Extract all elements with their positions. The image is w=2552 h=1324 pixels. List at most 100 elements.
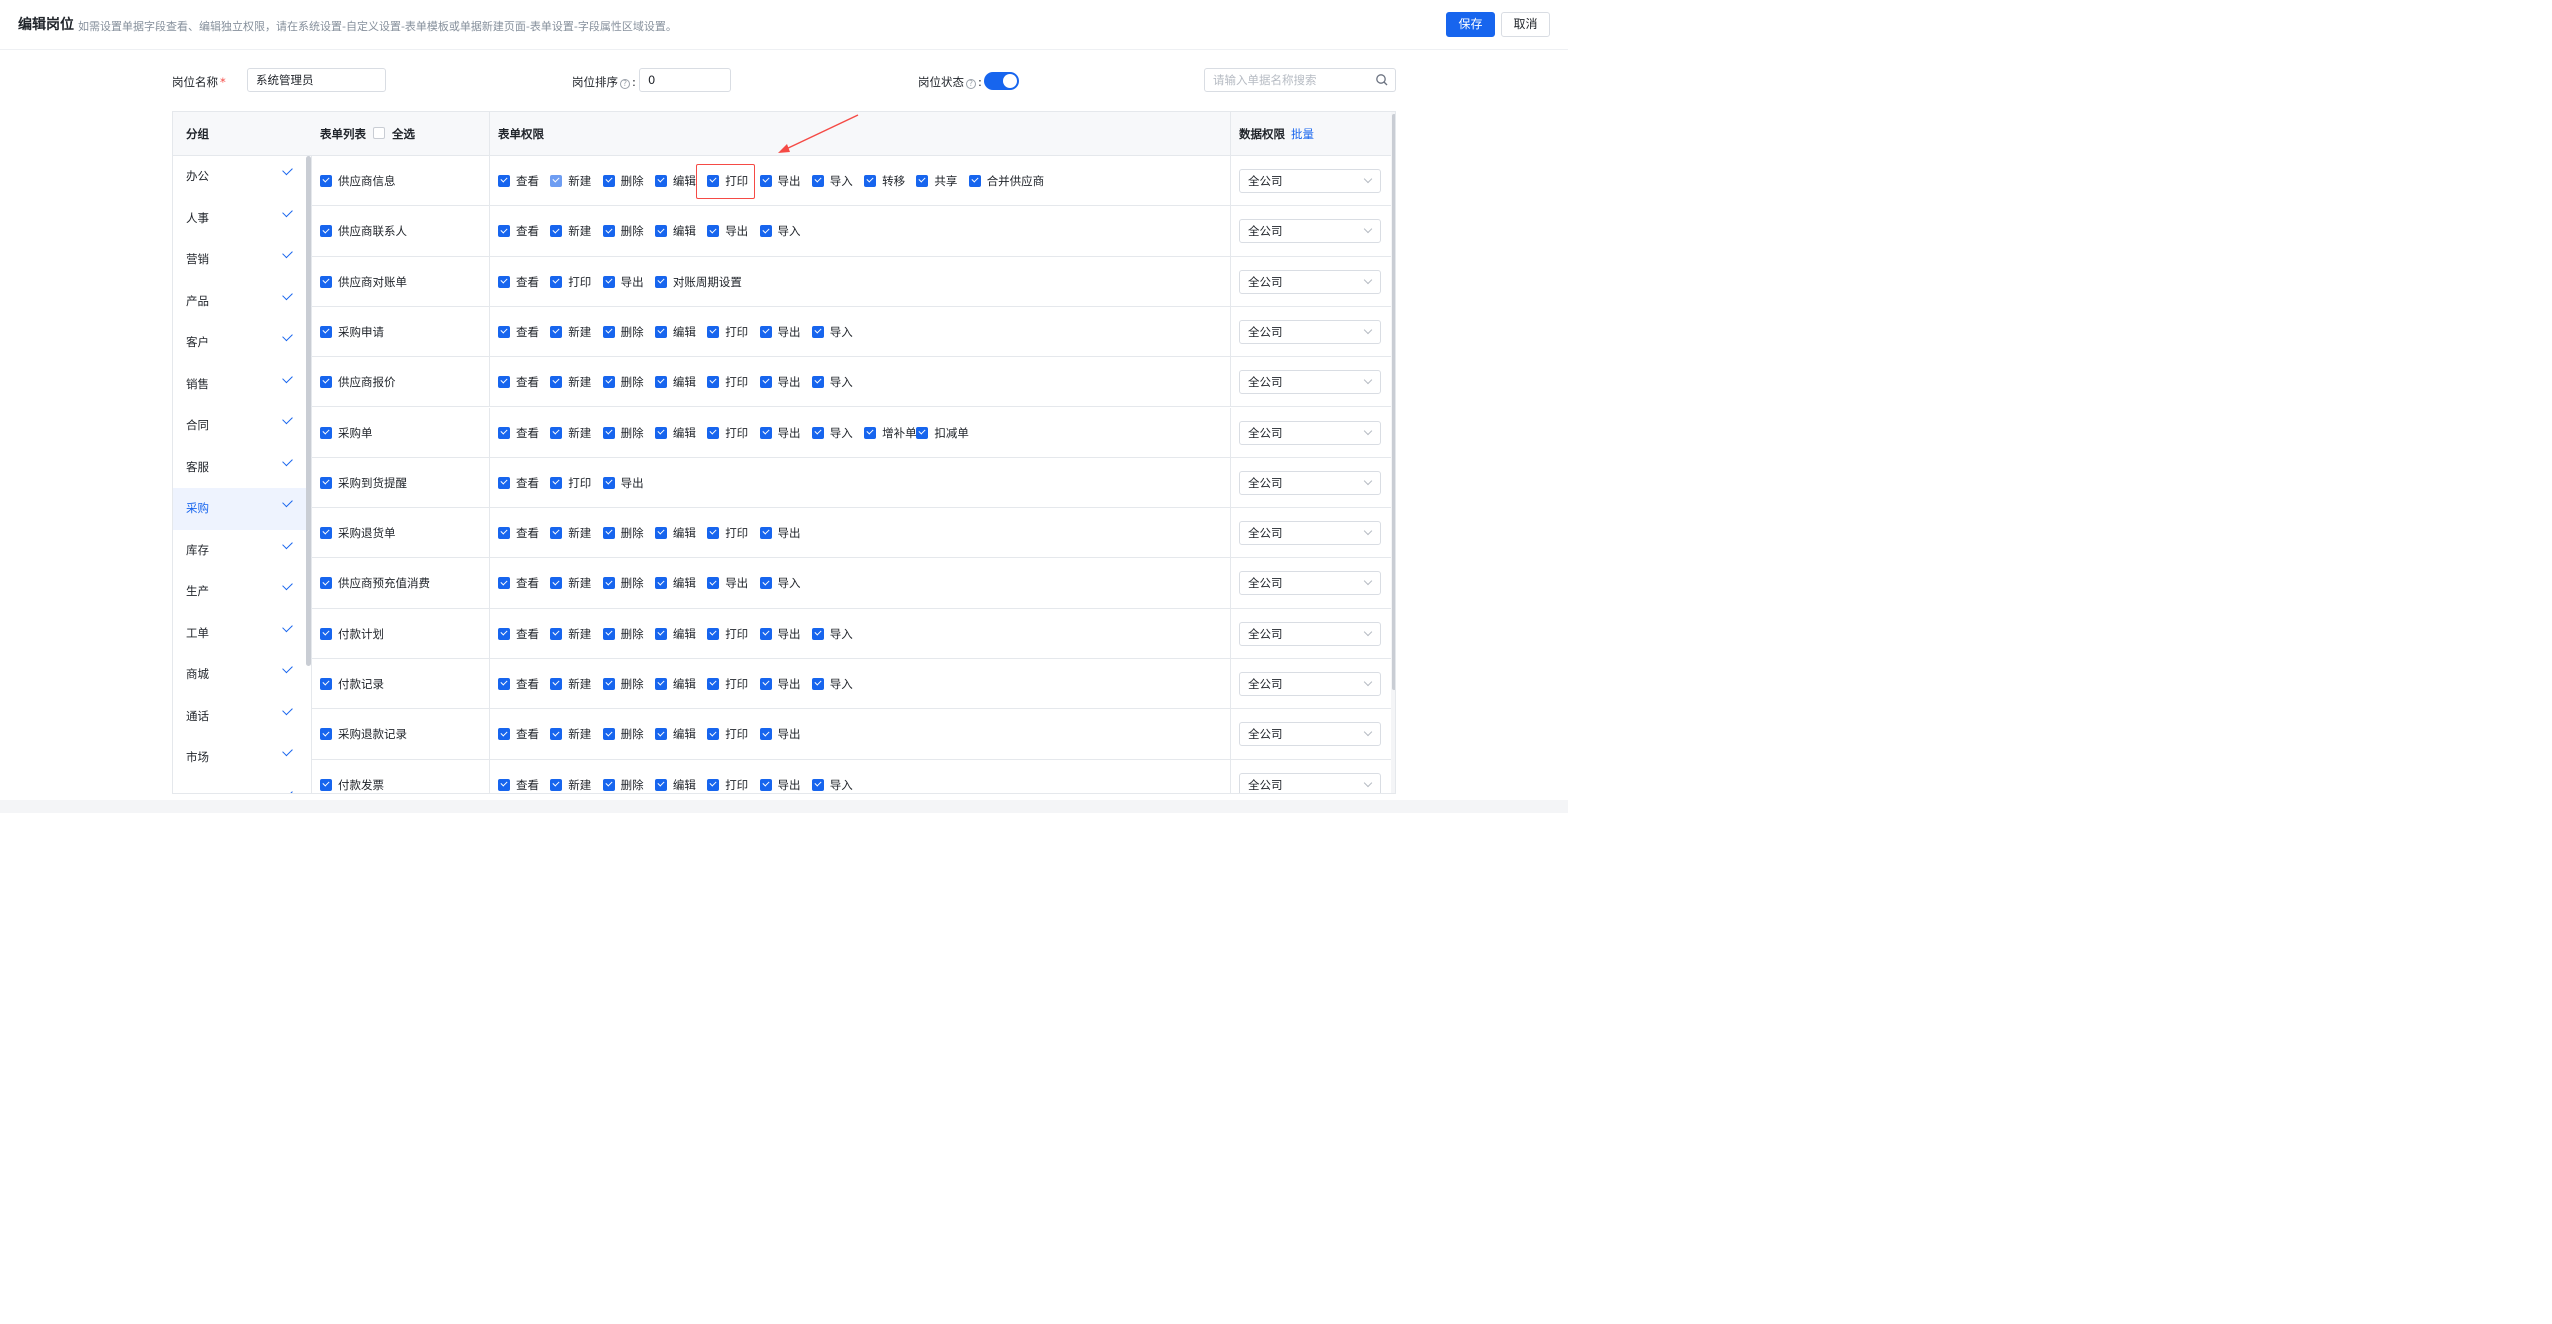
perm-checkbox[interactable]: [707, 577, 720, 590]
perm-checkbox[interactable]: [498, 778, 510, 791]
perm-checkbox[interactable]: [602, 778, 615, 791]
perm-checkbox[interactable]: [654, 728, 667, 741]
perm-checkbox[interactable]: [707, 678, 720, 690]
perm-checkbox[interactable]: [968, 175, 981, 187]
search-button[interactable]: [1370, 68, 1396, 92]
data-scope-select[interactable]: 全公司: [1239, 571, 1381, 596]
select-all-checkbox[interactable]: [373, 127, 386, 139]
perm-checkbox[interactable]: [759, 577, 772, 590]
help-icon[interactable]: ?: [966, 79, 976, 89]
perm-checkbox[interactable]: [864, 426, 877, 439]
position-status-toggle[interactable]: [984, 72, 1019, 90]
position-sort-input[interactable]: 0: [639, 68, 731, 92]
grid-scrollbar-thumb[interactable]: [1392, 114, 1395, 690]
perm-checkbox[interactable]: [550, 175, 563, 187]
data-scope-select[interactable]: 全公司: [1239, 370, 1381, 395]
form-checkbox[interactable]: [320, 175, 332, 187]
group-item[interactable]: 库存: [173, 530, 306, 572]
perm-checkbox[interactable]: [707, 376, 720, 389]
perm-checkbox[interactable]: [864, 175, 877, 187]
perm-checkbox[interactable]: [550, 325, 563, 338]
perm-checkbox[interactable]: [498, 678, 510, 690]
data-scope-select[interactable]: 全公司: [1239, 219, 1381, 244]
form-checkbox[interactable]: [320, 476, 332, 489]
perm-checkbox[interactable]: [498, 175, 510, 187]
group-item[interactable]: 通话: [173, 696, 306, 738]
perm-checkbox[interactable]: [707, 527, 720, 540]
perm-checkbox[interactable]: [759, 376, 772, 389]
perm-checkbox[interactable]: [654, 426, 667, 439]
perm-checkbox[interactable]: [707, 778, 720, 791]
data-scope-select[interactable]: 全公司: [1239, 420, 1381, 445]
perm-checkbox[interactable]: [602, 678, 615, 690]
group-item[interactable]: 商城: [173, 654, 306, 696]
perm-checkbox[interactable]: [602, 225, 615, 238]
perm-checkbox[interactable]: [654, 678, 667, 690]
perm-checkbox[interactable]: [707, 325, 720, 338]
perm-checkbox[interactable]: [811, 678, 824, 690]
perm-checkbox[interactable]: [602, 376, 615, 389]
perm-checkbox[interactable]: [759, 778, 772, 791]
group-item[interactable]: 产品: [173, 281, 306, 323]
group-item[interactable]: 人事: [173, 198, 306, 240]
perm-checkbox[interactable]: [498, 225, 510, 238]
perm-checkbox[interactable]: [811, 376, 824, 389]
perm-checkbox[interactable]: [602, 476, 615, 489]
group-item[interactable]: 销售: [173, 364, 306, 406]
data-scope-select[interactable]: 全公司: [1239, 319, 1381, 344]
perm-checkbox[interactable]: [654, 778, 667, 791]
group-item[interactable]: SFA: [173, 779, 306, 793]
form-checkbox[interactable]: [320, 527, 332, 540]
data-scope-select[interactable]: 全公司: [1239, 521, 1381, 546]
form-checkbox[interactable]: [320, 225, 332, 238]
perm-checkbox[interactable]: [550, 778, 563, 791]
perm-checkbox[interactable]: [498, 376, 510, 389]
help-icon[interactable]: ?: [620, 79, 630, 89]
perm-checkbox[interactable]: [602, 325, 615, 338]
perm-checkbox[interactable]: [498, 627, 510, 640]
form-checkbox[interactable]: [320, 627, 332, 640]
perm-checkbox[interactable]: [654, 325, 667, 338]
perm-checkbox[interactable]: [498, 325, 510, 338]
perm-checkbox[interactable]: [602, 577, 615, 590]
perm-checkbox[interactable]: [550, 426, 563, 439]
perm-checkbox[interactable]: [550, 678, 563, 690]
perm-checkbox[interactable]: [707, 426, 720, 439]
perm-checkbox[interactable]: [811, 627, 824, 640]
perm-checkbox[interactable]: [550, 728, 563, 741]
perm-checkbox[interactable]: [759, 627, 772, 640]
perm-checkbox[interactable]: [759, 175, 772, 187]
perm-checkbox[interactable]: [498, 426, 510, 439]
perm-checkbox[interactable]: [602, 275, 615, 288]
perm-checkbox[interactable]: [498, 728, 510, 741]
group-item[interactable]: 营销: [173, 239, 306, 281]
data-scope-select[interactable]: 全公司: [1239, 269, 1381, 294]
data-scope-select[interactable]: 全公司: [1239, 169, 1381, 193]
group-item[interactable]: 客服: [173, 447, 306, 489]
group-scrollbar[interactable]: [306, 156, 311, 666]
perm-checkbox[interactable]: [654, 527, 667, 540]
perm-checkbox[interactable]: [916, 175, 929, 187]
data-scope-select[interactable]: 全公司: [1239, 672, 1381, 696]
perm-checkbox[interactable]: [811, 778, 824, 791]
form-checkbox[interactable]: [320, 376, 332, 389]
perm-checkbox[interactable]: [550, 476, 563, 489]
perm-checkbox[interactable]: [498, 275, 510, 288]
data-scope-select[interactable]: 全公司: [1239, 722, 1381, 747]
perm-checkbox[interactable]: [550, 376, 563, 389]
perm-checkbox[interactable]: [550, 275, 563, 288]
perm-checkbox[interactable]: [550, 627, 563, 640]
data-scope-select[interactable]: 全公司: [1239, 621, 1381, 646]
batch-link[interactable]: 批量: [1291, 127, 1314, 141]
perm-checkbox[interactable]: [759, 225, 772, 238]
perm-checkbox[interactable]: [498, 476, 510, 489]
perm-checkbox[interactable]: [602, 175, 615, 187]
group-item[interactable]: 生产: [173, 571, 306, 613]
group-item[interactable]: 工单: [173, 613, 306, 655]
group-item[interactable]: 合同: [173, 405, 306, 447]
perm-checkbox[interactable]: [654, 225, 667, 238]
data-scope-select[interactable]: 全公司: [1239, 772, 1381, 793]
perm-checkbox[interactable]: [602, 426, 615, 439]
form-checkbox[interactable]: [320, 778, 332, 791]
perm-checkbox[interactable]: [916, 426, 929, 439]
